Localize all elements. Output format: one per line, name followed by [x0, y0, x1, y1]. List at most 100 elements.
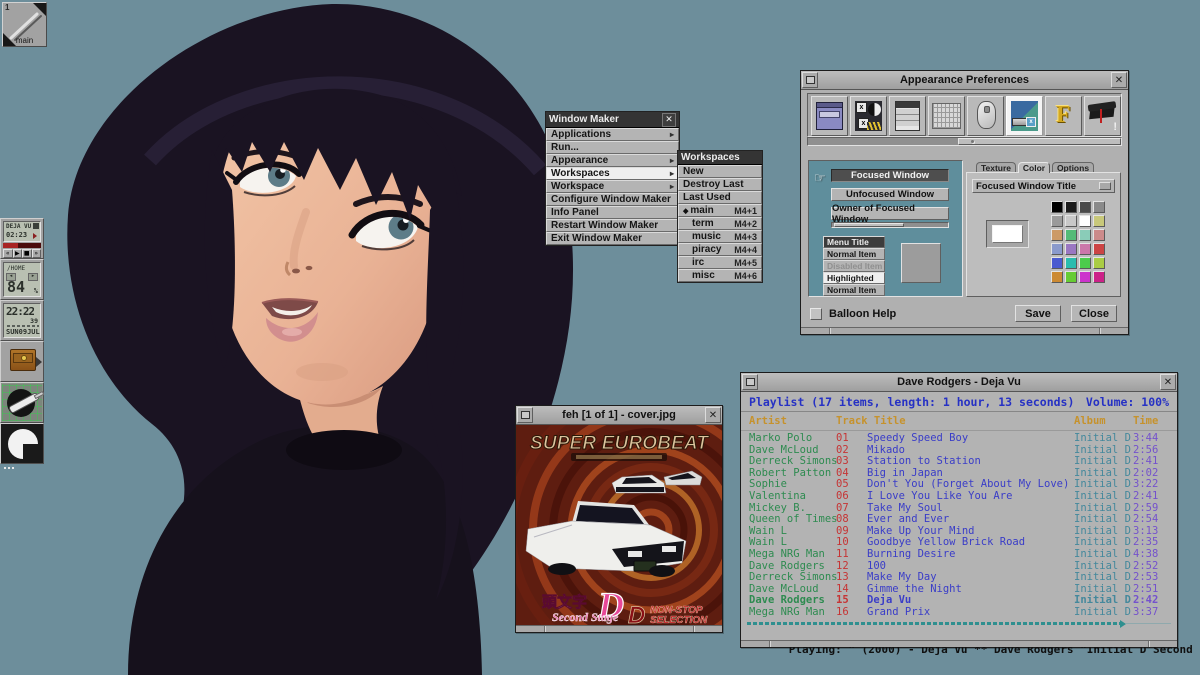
balloon-help-checkbox[interactable]: Balloon Help — [810, 308, 896, 320]
menu-preview-item-disabled-item[interactable]: Disabled Item — [823, 260, 885, 272]
appearance-preferences-icon[interactable]: x — [1006, 96, 1043, 136]
menu-item-destroy-last[interactable]: Destroy Last — [678, 178, 762, 191]
icons-preferences-icon[interactable]: x x — [850, 96, 887, 136]
color-target-dropdown[interactable]: Focused Window Title — [972, 179, 1115, 193]
track-row[interactable]: Derreck Simons13Make My DayInitial D2:53 — [741, 572, 1177, 584]
palette-swatch[interactable] — [1051, 257, 1063, 269]
workspace-item-music[interactable]: musicM4+3 — [678, 230, 762, 243]
miniaturize-icon[interactable] — [802, 72, 818, 88]
resize-bar[interactable] — [741, 640, 1177, 647]
close-icon[interactable]: ✕ — [1111, 72, 1127, 88]
preview-slider[interactable] — [831, 222, 949, 228]
root-menu-titlebar[interactable]: Window Maker ✕ — [546, 112, 679, 128]
menu-item-run[interactable]: Run... — [546, 141, 679, 154]
palette-swatch[interactable] — [1051, 243, 1063, 255]
workspace-item-term[interactable]: termM4+2 — [678, 217, 762, 230]
palette-swatch[interactable] — [1065, 201, 1077, 213]
music-prev-button[interactable]: « — [3, 249, 13, 258]
palette-swatch[interactable] — [1093, 215, 1105, 227]
menus-preferences-icon[interactable] — [889, 96, 926, 136]
track-row[interactable]: Marko Polo01Speedy Speed BoyInitial D3:4… — [741, 433, 1177, 445]
menu-preview-item-normal-item[interactable]: Normal Item — [823, 248, 885, 260]
expert-preferences-icon[interactable]: ! — [1084, 96, 1121, 136]
palette-swatch[interactable] — [1065, 215, 1077, 227]
dockapp-pie[interactable] — [0, 423, 44, 464]
current-color-well[interactable] — [986, 220, 1029, 248]
owner-focused-window-button[interactable]: Owner of Focused Window — [831, 207, 949, 220]
close-icon[interactable]: ✕ — [705, 407, 721, 423]
drawer-arrow-icon[interactable] — [36, 357, 42, 367]
miniaturize-icon[interactable] — [742, 374, 758, 390]
menu-preview-item-normal-item[interactable]: Normal Item — [823, 284, 885, 296]
unfocused-window-button[interactable]: Unfocused Window — [831, 188, 949, 201]
dockapp-drawer[interactable] — [0, 341, 44, 382]
palette-swatch[interactable] — [1079, 229, 1091, 241]
menu-item-applications[interactable]: Applications▸ — [546, 128, 679, 141]
palette-swatch[interactable] — [1093, 201, 1105, 213]
icon-preview-square[interactable] — [901, 243, 941, 283]
category-scrollbar[interactable] — [807, 137, 1122, 146]
palette-swatch[interactable] — [1079, 201, 1091, 213]
dockapp-disk-monitor[interactable]: /HOME ◂ ▸ 84 % — [0, 259, 44, 300]
palette-swatch[interactable] — [1093, 243, 1105, 255]
workspace-item-misc[interactable]: miscM4+6 — [678, 269, 762, 282]
workspace-item-main[interactable]: ◆mainM4+1 — [678, 204, 762, 217]
close-icon[interactable]: ✕ — [1160, 374, 1176, 390]
palette-swatch[interactable] — [1065, 243, 1077, 255]
column-track-title[interactable]: Track Title — [836, 415, 906, 427]
font-preferences-icon[interactable]: F — [1045, 96, 1082, 136]
music-next-button[interactable]: » — [32, 249, 42, 258]
music-play-button[interactable]: ▶ — [13, 249, 23, 258]
mouse-preferences-icon[interactable] — [967, 96, 1004, 136]
close-button[interactable]: Close — [1071, 305, 1117, 322]
tab-color[interactable]: Color — [1018, 162, 1050, 173]
focused-window-button[interactable]: Focused Window — [831, 169, 949, 182]
palette-swatch[interactable] — [1079, 257, 1091, 269]
playlist-titlebar[interactable]: Dave Rodgers - Deja Vu ✕ — [741, 373, 1177, 392]
palette-swatch[interactable] — [1093, 229, 1105, 241]
menu-item-appearance[interactable]: Appearance▸ — [546, 154, 679, 167]
save-button[interactable]: Save — [1015, 305, 1061, 322]
disk-next-button[interactable]: ▸ — [28, 273, 38, 281]
palette-swatch[interactable] — [1079, 215, 1091, 227]
palette-swatch[interactable] — [1051, 271, 1063, 283]
music-stop-button[interactable]: ■ — [22, 249, 32, 258]
palette-swatch[interactable] — [1065, 271, 1077, 283]
menu-item-last-used[interactable]: Last Used — [678, 191, 762, 204]
palette-swatch[interactable] — [1051, 215, 1063, 227]
window-focus-preferences-icon[interactable] — [811, 96, 848, 136]
keyboard-preferences-icon[interactable] — [928, 96, 965, 136]
resize-bar[interactable] — [516, 625, 722, 632]
column-time[interactable]: Time — [1133, 415, 1158, 427]
menu-item-restart-window-maker[interactable]: Restart Window Maker — [546, 219, 679, 232]
menu-item-exit-window-maker[interactable]: Exit Window Maker — [546, 232, 679, 245]
close-icon[interactable]: ✕ — [662, 113, 676, 127]
palette-swatch[interactable] — [1065, 229, 1077, 241]
workspace-item-irc[interactable]: ircM4+5 — [678, 256, 762, 269]
music-progress-bar[interactable] — [3, 243, 41, 248]
dockapp-clock[interactable]: 22:22 39 SUN09JUL — [0, 300, 44, 341]
palette-swatch[interactable] — [1079, 243, 1091, 255]
track-row[interactable]: Valentina06I Love You Like You AreInitia… — [741, 491, 1177, 503]
palette-swatch[interactable] — [1051, 201, 1063, 213]
feh-titlebar[interactable]: feh [1 of 1] - cover.jpg ✕ — [516, 406, 722, 425]
playback-progress-bar[interactable] — [747, 620, 1171, 627]
menu-item-new[interactable]: New — [678, 165, 762, 178]
workspace-clip[interactable]: 1 main — [2, 2, 47, 47]
menu-item-info-panel[interactable]: Info Panel — [546, 206, 679, 219]
track-row[interactable]: Mega NRG Man16Grand PrixInitial D3:37 — [741, 607, 1177, 619]
miniaturize-icon[interactable] — [517, 407, 533, 423]
column-album[interactable]: Album — [1074, 415, 1106, 427]
palette-swatch[interactable] — [1051, 229, 1063, 241]
menu-item-workspace[interactable]: Workspace▸ — [546, 180, 679, 193]
appearance-titlebar[interactable]: Appearance Preferences ✕ — [801, 71, 1128, 90]
track-row[interactable]: Queen of Times08Ever and EverInitial D2:… — [741, 514, 1177, 526]
menu-preview-item-menu-title[interactable]: Menu Title — [823, 236, 885, 248]
workspace-item-piracy[interactable]: piracyM4+4 — [678, 243, 762, 256]
palette-swatch[interactable] — [1079, 271, 1091, 283]
column-artist[interactable]: Artist — [749, 415, 787, 427]
palette-swatch[interactable] — [1093, 257, 1105, 269]
dockapp-wprefs[interactable] — [0, 382, 44, 423]
palette-swatch[interactable] — [1093, 271, 1105, 283]
workspaces-menu-titlebar[interactable]: Workspaces — [678, 151, 762, 165]
